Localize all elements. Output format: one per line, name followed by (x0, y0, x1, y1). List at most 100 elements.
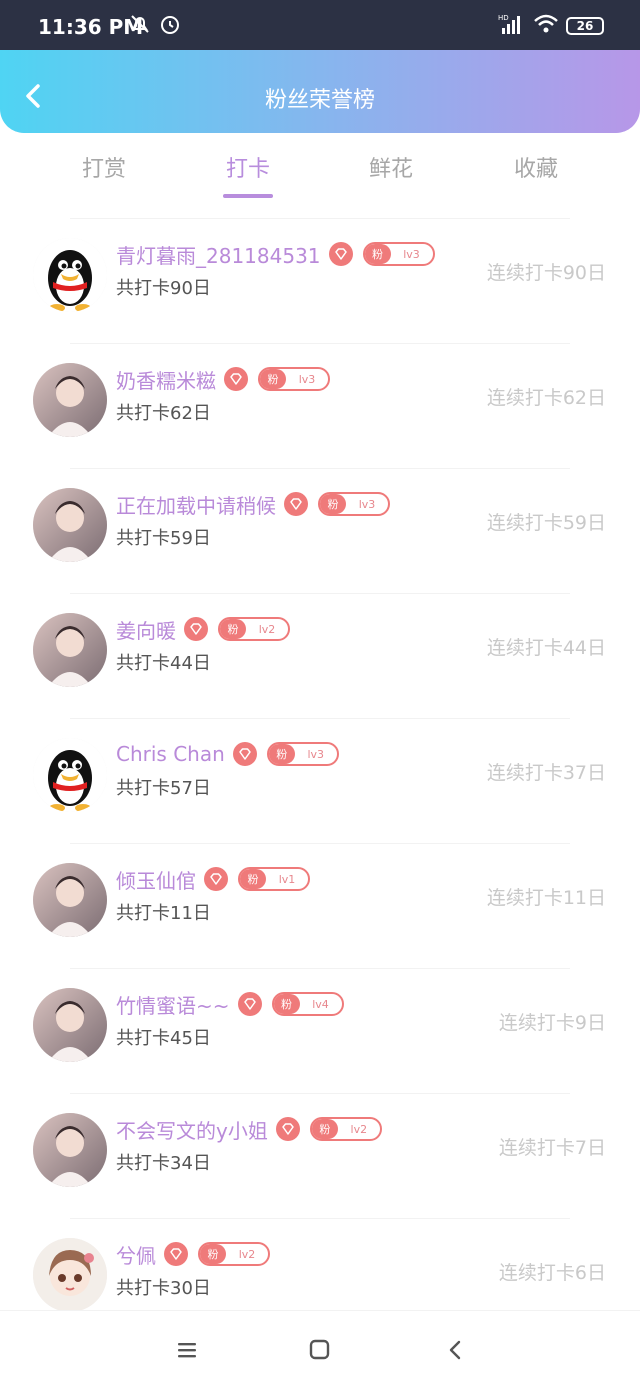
total-checkins: 共打卡11日 (116, 903, 211, 924)
streak-checkins: 连续打卡6日 (498, 1262, 606, 1284)
divider (70, 718, 570, 719)
divider (70, 1093, 570, 1094)
list-item[interactable]: 奶香糯米糍 粉 lv3 共打卡62日 连续打卡62日 (0, 343, 640, 468)
total-checkins: 共打卡34日 (116, 1153, 211, 1174)
diamond-icon (164, 1242, 188, 1266)
list-item[interactable]: 不会写文的y小姐 粉 lv2 共打卡34日 连续打卡7日 (0, 1093, 640, 1218)
fan-badge-label: 粉 (273, 994, 300, 1014)
fan-level-text: lv1 (278, 872, 296, 886)
user-name[interactable]: 兮佩 (116, 1240, 156, 1269)
tab-checkin[interactable]: 打卡 (198, 151, 298, 183)
total-checkins: 共打卡45日 (116, 1028, 211, 1049)
tab-favorites[interactable]: 收藏 (486, 151, 586, 183)
fan-level-text: lv3 (403, 247, 420, 261)
fan-level-badge: 粉 lv2 (198, 1242, 270, 1266)
fan-level-badge: 粉 lv2 (309, 1117, 382, 1141)
user-name[interactable]: 倾玉仙倌 (116, 865, 196, 894)
fan-level-text: lv2 (238, 1247, 256, 1261)
fan-level-text: lv3 (298, 372, 316, 386)
fan-badge-label: 粉 (200, 1244, 226, 1264)
avatar[interactable] (33, 988, 107, 1062)
name-line: 不会写文的y小姐 粉 lv2 (116, 1115, 382, 1143)
status-bar: 11:36 PM HD 26 (0, 0, 640, 50)
avatar[interactable] (33, 738, 107, 812)
fan-badge-label: 粉 (220, 619, 246, 639)
divider (70, 843, 570, 844)
header: 11:36 PM HD 26 粉丝荣誉榜 (0, 0, 640, 133)
page-title: 粉丝荣誉榜 (264, 88, 375, 113)
list-item[interactable]: 倾玉仙倌 粉 lv1 共打卡11日 连续打卡11日 (0, 843, 640, 968)
divider (70, 468, 570, 469)
user-name[interactable]: 奶香糯米糍 (116, 365, 216, 394)
streak-checkins: 连续打卡37日 (486, 762, 606, 784)
diamond-icon (204, 867, 228, 891)
divider (70, 968, 570, 969)
streak-checkins: 连续打卡9日 (498, 1012, 606, 1034)
list-item[interactable]: 姜向暖 粉 lv2 共打卡44日 连续打卡44日 (0, 593, 640, 718)
streak-checkins: 连续打卡59日 (486, 512, 606, 534)
name-line: 奶香糯米糍 粉 lv3 (116, 365, 330, 393)
diamond-icon (284, 492, 308, 516)
fan-badge-label: 粉 (268, 744, 295, 764)
avatar[interactable] (33, 613, 107, 687)
total-checkins: 共打卡57日 (116, 778, 211, 799)
user-name[interactable]: 不会写文的y小姐 (116, 1115, 268, 1144)
name-line: 倾玉仙倌 粉 lv1 (116, 865, 310, 893)
list-item[interactable]: Chris Chan 粉 lv3 共打卡57日 连续打卡37日 (0, 718, 640, 843)
fan-level-badge: 粉 lv3 (362, 242, 435, 266)
divider (70, 343, 570, 344)
streak-checkins: 连续打卡44日 (486, 637, 606, 659)
diamond-icon (184, 617, 208, 641)
user-name[interactable]: 姜向暖 (116, 615, 176, 644)
tab-bar: 打赏 打卡 鲜花 收藏 (0, 133, 640, 203)
total-checkins: 共打卡30日 (116, 1278, 211, 1299)
streak-checkins: 连续打卡62日 (486, 387, 606, 409)
fan-level-text: lv4 (312, 997, 329, 1011)
diamond-icon (328, 242, 353, 266)
fan-level-badge: 粉 lv3 (318, 492, 390, 516)
fan-badge-label: 粉 (364, 244, 391, 264)
fan-badge-label: 粉 (320, 494, 346, 514)
fan-level-badge: 粉 lv3 (266, 742, 339, 766)
total-checkins: 共打卡59日 (116, 528, 211, 549)
tab-tips[interactable]: 打赏 (54, 151, 154, 183)
avatar[interactable] (33, 1113, 107, 1187)
home-icon[interactable] (308, 1339, 332, 1361)
fan-level-text: lv3 (307, 747, 325, 761)
user-name[interactable]: 竹情蜜语~~ (116, 990, 230, 1019)
diamond-icon (275, 1117, 300, 1141)
list-item[interactable]: 竹情蜜语~~ 粉 lv4 共打卡45日 连续打卡9日 (0, 968, 640, 1093)
fan-level-text: lv3 (358, 497, 376, 511)
user-name[interactable]: 正在加载中请稍候 (116, 490, 276, 519)
avatar[interactable] (33, 363, 107, 437)
divider (70, 1218, 570, 1219)
divider (70, 218, 570, 219)
user-name[interactable]: Chris Chan (116, 742, 225, 766)
name-line: 青灯暮雨_281184531 粉 lv3 (116, 240, 435, 268)
menu-icon[interactable] (176, 1339, 200, 1361)
divider (70, 593, 570, 594)
active-tab-indicator (223, 194, 273, 198)
system-nav-bar (0, 1310, 640, 1387)
fan-level-badge: 粉 lv2 (218, 617, 290, 641)
back-icon[interactable] (444, 1339, 468, 1361)
avatar[interactable] (33, 488, 107, 562)
svg-text:HD: HD (498, 14, 509, 22)
name-line: Chris Chan 粉 lv3 (116, 740, 339, 768)
fan-badge-label: 粉 (240, 869, 266, 889)
user-name[interactable]: 青灯暮雨_281184531 (116, 240, 321, 269)
name-line: 姜向暖 粉 lv2 (116, 615, 290, 643)
avatar[interactable] (33, 1238, 107, 1312)
tab-flowers[interactable]: 鲜花 (341, 151, 441, 183)
avatar[interactable] (33, 863, 107, 937)
avatar[interactable] (33, 238, 107, 312)
list-item[interactable]: 青灯暮雨_281184531 粉 lv3 共打卡90日 连续打卡90日 (0, 218, 640, 343)
list-item[interactable]: 正在加载中请稍候 粉 lv3 共打卡59日 连续打卡59日 (0, 468, 640, 593)
name-line: 正在加载中请稍候 粉 lv3 (116, 490, 390, 518)
fan-badge-label: 粉 (260, 369, 286, 389)
name-line: 兮佩 粉 lv2 (116, 1240, 270, 1268)
bell-off-icon (131, 15, 149, 33)
streak-checkins: 连续打卡90日 (486, 262, 606, 284)
diamond-icon (224, 367, 248, 391)
diamond-icon (232, 742, 257, 766)
